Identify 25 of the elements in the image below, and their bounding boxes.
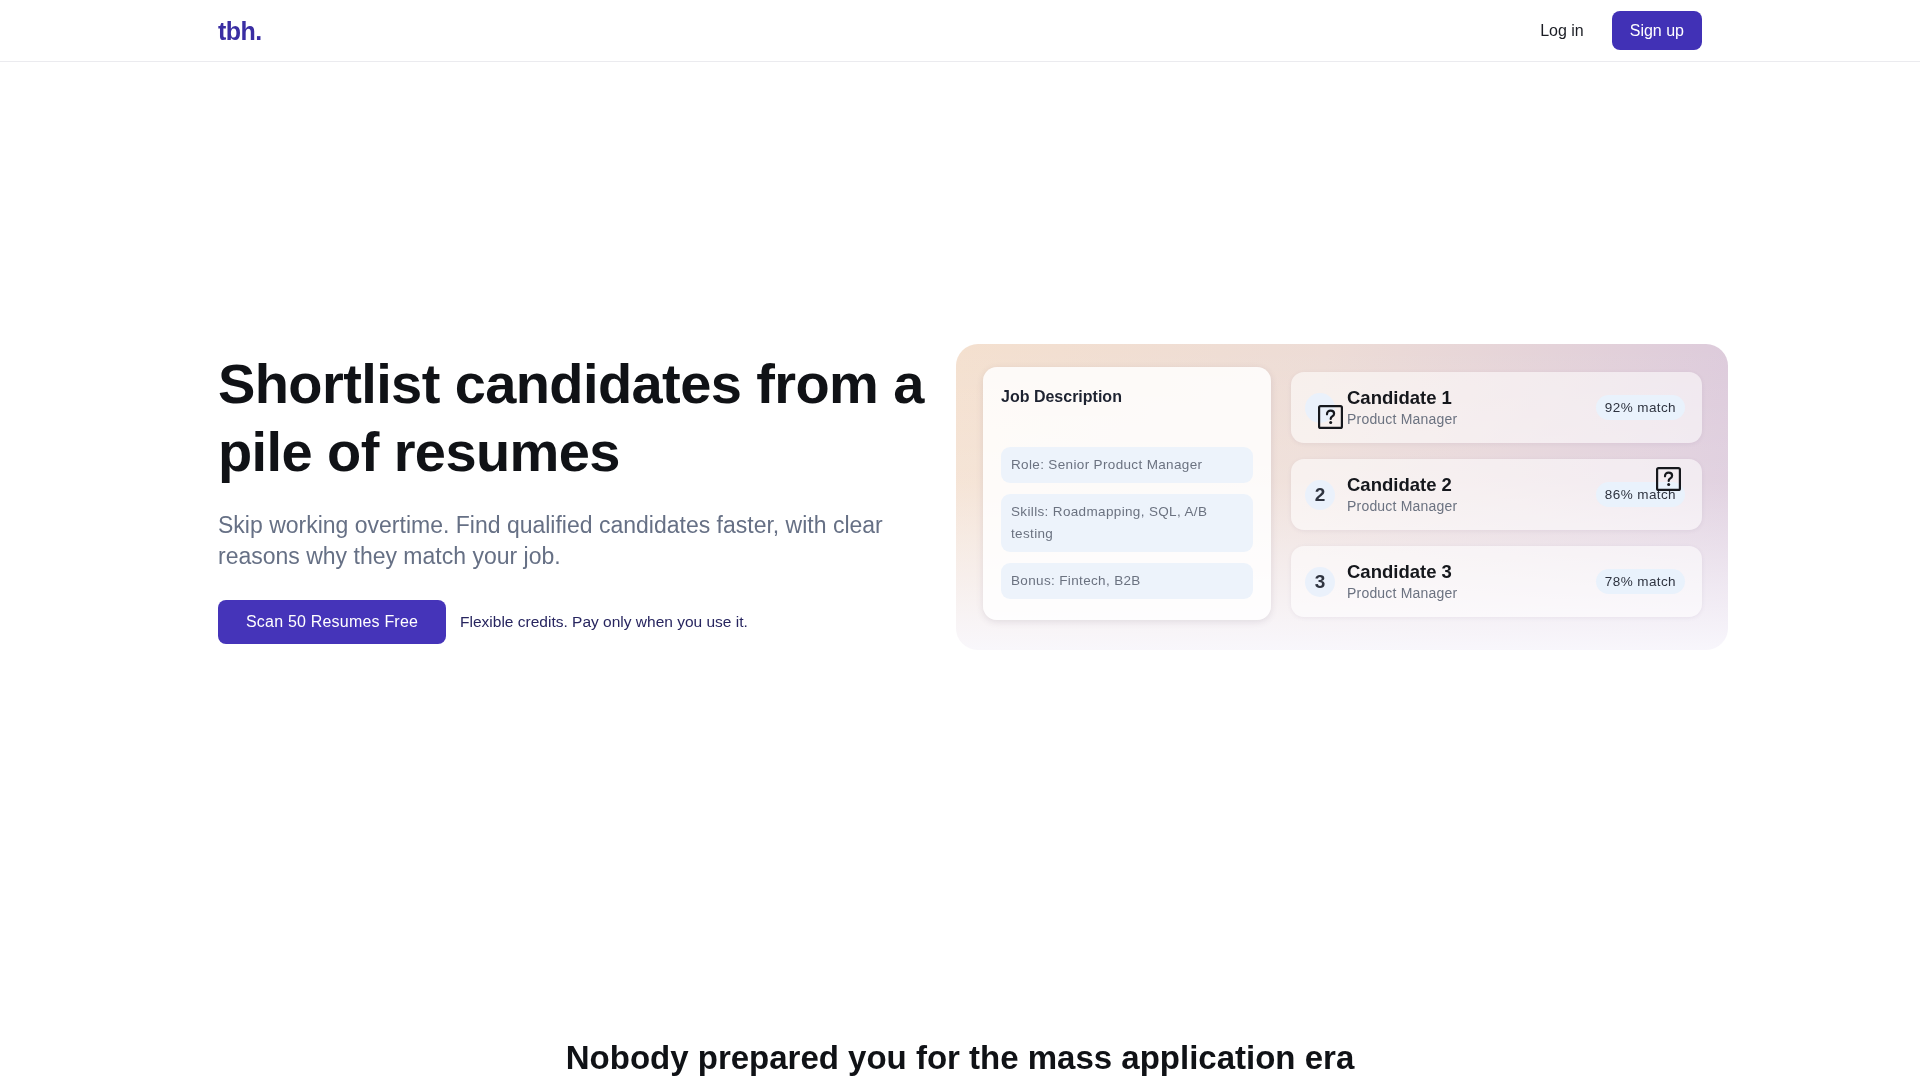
signup-button[interactable]: Sign up xyxy=(1611,11,1702,50)
question-box-icon xyxy=(1318,405,1343,429)
rank-badge: 3 xyxy=(1305,566,1335,597)
requirement-item: Role: Senior Product Manager xyxy=(1001,447,1253,483)
rank-badge: 2 xyxy=(1305,479,1335,510)
candidate-name: Candidate 3 xyxy=(1347,560,1452,583)
candidate-name: Candidate 2 xyxy=(1347,473,1452,496)
match-badge: 92% match xyxy=(1595,395,1685,420)
candidate-role: Product Manager xyxy=(1347,583,1458,603)
scan-resumes-button[interactable]: Scan 50 Resumes Free xyxy=(218,600,447,644)
login-link[interactable]: Log in xyxy=(1540,20,1584,41)
candidate-role: Product Manager xyxy=(1347,409,1458,429)
question-box-icon xyxy=(1656,467,1681,491)
match-badge: 78% match xyxy=(1595,569,1685,594)
requirement-item: Skills: Roadmapping, SQL, A/B testing xyxy=(1001,494,1253,552)
job-description-title: Job Description xyxy=(1001,387,1123,407)
hero-heading: Shortlist candidates from a pile of resumes xyxy=(218,351,926,485)
match-badge: 86% match xyxy=(1595,482,1685,507)
candidate-role: Product Manager xyxy=(1347,496,1458,516)
pricing-note: Flexible credits. Pay only when you use it. xyxy=(460,612,748,632)
section-heading: Nobody prepared you for the mass application era xyxy=(565,1038,1355,1078)
requirement-item: Bonus: Fintech, B2B xyxy=(1001,563,1253,599)
logo-link[interactable]: tbh. xyxy=(218,15,262,46)
hero-subtitle: Skip working overtime. Find qualified candidates faster, with clear reasons why they match your job. xyxy=(218,511,884,571)
candidate-name: Candidate 1 xyxy=(1347,386,1452,409)
